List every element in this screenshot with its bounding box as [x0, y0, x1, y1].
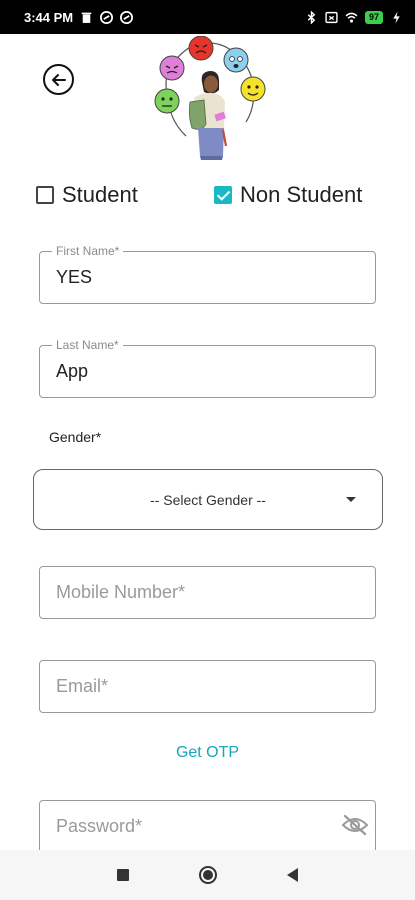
student-label: Student	[62, 182, 138, 207]
non-student-label: Non Student	[240, 182, 363, 207]
email-field[interactable]: Email*	[39, 660, 376, 713]
notification-icon	[120, 10, 134, 24]
mobile-number-placeholder: Mobile Number*	[56, 582, 186, 602]
first-name-value: YES	[56, 267, 93, 287]
status-left: 3:44 PM	[24, 9, 134, 25]
user-type-selector: Student Non Student	[36, 182, 375, 212]
recents-button[interactable]	[117, 869, 129, 881]
system-back-button[interactable]	[287, 868, 298, 882]
home-button[interactable]	[199, 866, 217, 884]
first-name-field[interactable]: First Name* YES	[39, 244, 376, 304]
student-option[interactable]: Student	[36, 182, 138, 208]
non-student-option[interactable]: Non Student	[214, 182, 362, 208]
dropdown-caret-icon	[346, 497, 356, 502]
bluetooth-icon	[307, 10, 316, 24]
gender-selected-value: -- Select Gender --	[150, 491, 266, 508]
password-placeholder: Password*	[56, 816, 143, 836]
visibility-off-icon[interactable]	[341, 813, 369, 837]
gender-label: Gender*	[49, 429, 102, 445]
last-name-field[interactable]: Last Name* App	[39, 338, 376, 398]
battery-indicator: 97	[364, 10, 383, 24]
sim-icon	[325, 11, 338, 23]
register-screen: 3:44 PM 97 Student Non Student First Nam…	[0, 0, 415, 900]
status-bar: 3:44 PM 97	[0, 0, 415, 34]
last-name-value: App	[56, 361, 89, 381]
charging-icon	[393, 11, 400, 23]
trash-icon	[81, 12, 92, 23]
status-right: 97	[305, 10, 403, 24]
student-checkbox[interactable]	[36, 186, 54, 204]
email-placeholder: Email*	[56, 676, 109, 696]
notification-icon	[100, 10, 114, 24]
system-nav-bar	[0, 850, 415, 900]
emotions-illustration	[154, 36, 266, 160]
status-time: 3:44 PM	[24, 9, 74, 25]
mobile-number-field[interactable]: Mobile Number*	[39, 566, 376, 619]
last-name-label: Last Name*	[52, 338, 123, 352]
non-student-checkbox[interactable]	[214, 186, 232, 204]
gender-select[interactable]: -- Select Gender --	[33, 469, 383, 530]
wifi-icon	[345, 12, 358, 23]
arrow-left-icon	[51, 73, 66, 86]
back-button[interactable]	[43, 64, 74, 95]
first-name-label: First Name*	[52, 244, 124, 258]
get-otp-link[interactable]: Get OTP	[0, 744, 415, 762]
